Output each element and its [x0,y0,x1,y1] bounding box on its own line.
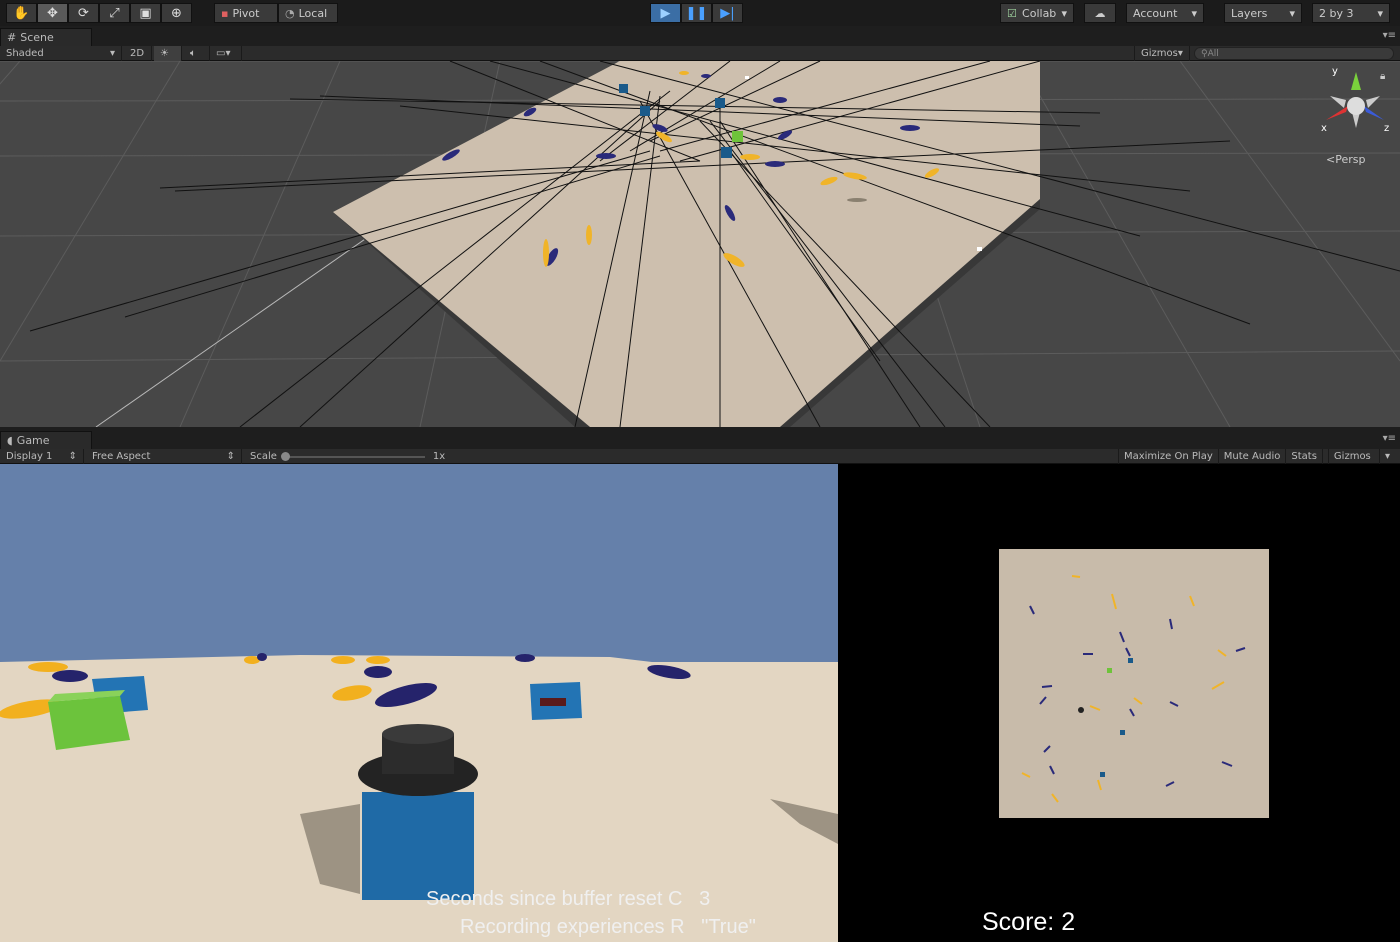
speaker-icon: 🔈︎ [190,48,196,59]
maximize-on-play-toggle[interactable]: Maximize On Play [1117,449,1218,464]
scale-slider[interactable]: Scale 1x [244,449,454,464]
axis-z-label: z [1384,123,1390,134]
chevron-down-icon: ▾ [1377,6,1383,20]
play-button[interactable]: ▶ [650,3,681,23]
local-icon: ◔ [285,6,295,20]
2d-toggle[interactable]: 2D [124,46,152,61]
scale-track[interactable] [280,451,425,461]
game-right-controls: Maximize On Play Mute Audio Stats Gizmos… [1117,449,1400,464]
rotate-tool-icon[interactable]: ⟳ [68,3,99,23]
pacman-icon: ◖ [7,434,13,447]
tab-game[interactable]: ◖ Game [0,431,92,449]
hud-buffer-reset-text: Seconds since buffer reset C 3 [426,888,711,910]
chevron-down-icon: ▾ [1061,6,1067,20]
grid-icon: # [7,31,17,44]
tab-scene[interactable]: # Scene [0,28,92,46]
chevron-updown-icon: ⇕ [68,451,77,462]
game-gizmos-dropdown[interactable]: Gizmos ▾ [1321,449,1400,464]
audio-toggle[interactable]: 🔈︎ [184,46,210,61]
aspect-dropdown[interactable]: Free Aspect ⇕ [86,449,242,464]
panel-menu-icon[interactable]: ▾≡ [1383,30,1396,41]
layers-dropdown[interactable]: Layers ▾ [1224,3,1302,23]
play-icon: ▶ [660,5,671,21]
axis-y-label: y [1332,66,1338,77]
lighting-toggle[interactable]: ☀ [154,46,182,61]
playmode-group: ▶ ❚❚ ▶| [650,3,743,23]
check-icon: ☑ [1007,6,1017,20]
collab-dropdown[interactable]: ☑ Collab ▾ [1000,3,1074,23]
chevron-down-icon: ▾ [1378,449,1395,464]
scene-tabbar: # Scene ▾≡ [0,26,1400,46]
account-dropdown[interactable]: Account ▾ [1126,3,1204,23]
image-icon: ▭ [216,48,226,59]
chevron-updown-icon: ⇕ [226,451,235,462]
pivot-icon: ▪ [221,6,229,20]
display-dropdown[interactable]: Display 1 ⇕ [0,449,84,464]
scene-control-bar: Shaded ▾ 2D ☀ 🔈︎ ▭ ▾ Gizmos ▾ ⚲ All [0,46,1400,61]
scene-search-input[interactable]: ⚲ All [1194,47,1394,60]
shading-dropdown[interactable]: Shaded ▾ [0,46,122,61]
scene-viewport[interactable]: y x z 🔒︎ <Persp [0,61,1400,427]
pause-icon: ❚❚ [685,5,708,21]
score-label: Score: 2 [982,908,1076,936]
sun-icon: ☀ [160,48,169,59]
game-tabbar: ◖ Game ▾≡ [0,429,1400,449]
local-button[interactable]: ◔ Local [278,3,338,23]
pivot-local-group: ▪ Pivot ◔ Local [214,3,338,23]
chevron-down-icon: ▾ [1289,6,1295,20]
transform-tool-icon[interactable]: ⊕ [161,3,192,23]
hud-recording-text: Recording experiences R "True" [460,916,756,938]
chevron-down-icon: ▾ [1191,6,1197,20]
lock-icon[interactable]: 🔒︎ [1380,71,1385,82]
transform-tools: ✋ ✥ ⟳ ⤢ ▣ ⊕ [6,3,192,23]
scene-render [0,61,1400,427]
pivot-button[interactable]: ▪ Pivot [214,3,278,23]
step-icon: ▶| [720,5,735,21]
main-toolbar: ✋ ✥ ⟳ ⤢ ▣ ⊕ ▪ Pivot ◔ Local ▶ ❚❚ ▶| ☑ Coll… [0,0,1400,26]
pause-button[interactable]: ❚❚ [681,3,712,23]
move-tool-icon[interactable]: ✥ [37,3,68,23]
rect-tool-icon[interactable]: ▣ [130,3,161,23]
scale-handle[interactable] [280,451,290,461]
step-button[interactable]: ▶| [712,3,743,23]
chevron-down-icon: ▾ [225,48,231,59]
game-render [0,464,1400,942]
scene-gizmos-dropdown[interactable]: Gizmos ▾ [1134,46,1190,61]
cloud-icon: ☁ [1094,6,1106,20]
hand-tool-icon[interactable]: ✋ [6,3,37,23]
axis-x-label: x [1321,123,1327,134]
game-control-bar: Display 1 ⇕ Free Aspect ⇕ Scale 1x Maximiz… [0,449,1400,464]
stats-toggle[interactable]: Stats [1285,449,1322,464]
chevron-down-icon: ▾ [1177,48,1183,59]
game-viewport[interactable]: Seconds since buffer reset C 3 Recording… [0,464,1400,942]
layout-dropdown[interactable]: 2 by 3 ▾ [1312,3,1390,23]
search-icon: ⚲ [1201,48,1208,59]
mute-audio-toggle[interactable]: Mute Audio [1217,449,1286,464]
cloud-button[interactable]: ☁ [1084,3,1116,23]
effects-dropdown[interactable]: ▭ ▾ [210,46,242,61]
persp-toggle[interactable]: <Persp [1326,153,1365,166]
chevron-left-icon: < [1326,153,1336,166]
scale-tool-icon[interactable]: ⤢ [99,3,130,23]
chevron-down-icon: ▾ [109,48,115,59]
panel-menu-icon[interactable]: ▾≡ [1383,433,1396,444]
